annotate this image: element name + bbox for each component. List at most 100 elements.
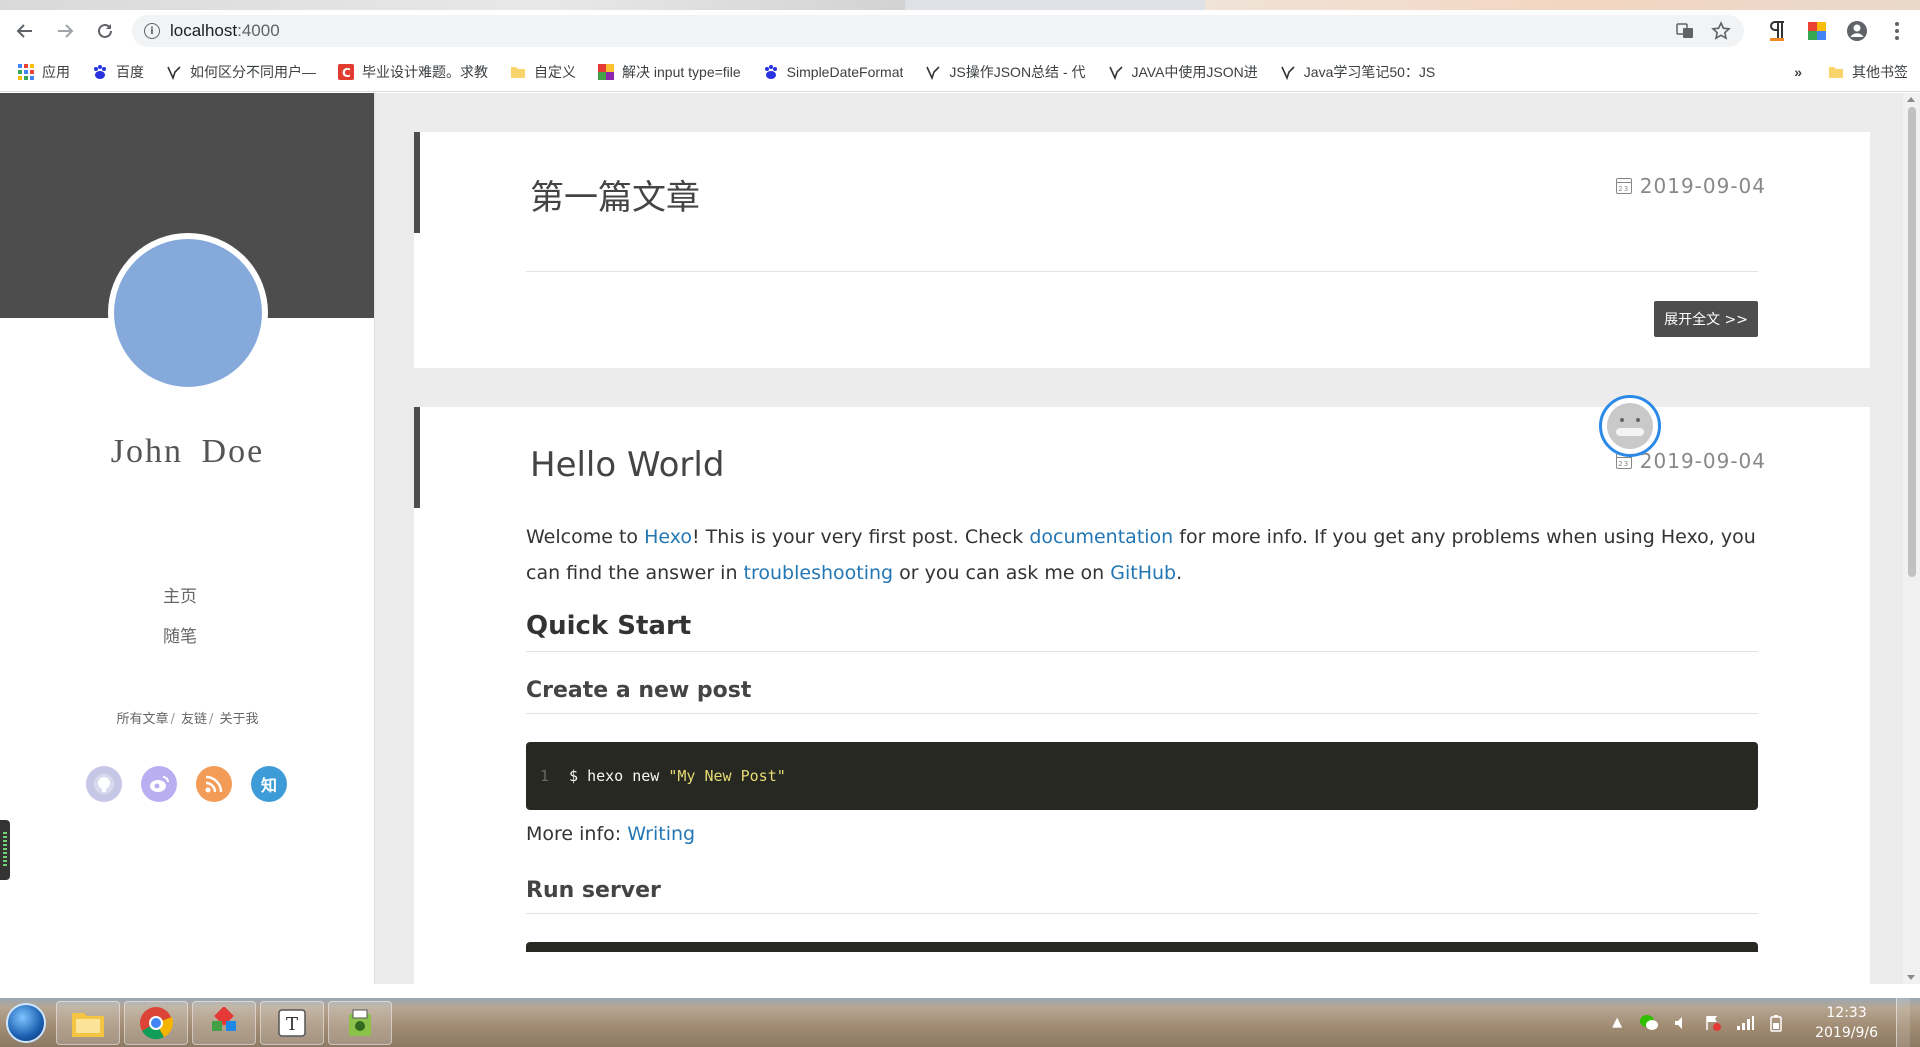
bookmark-item[interactable]: JAVA中使用JSON进 — [1108, 62, 1258, 82]
drag-handle[interactable] — [0, 820, 10, 880]
more-info: More info: Writing — [526, 816, 1758, 852]
colorful-app-icon — [212, 1006, 236, 1031]
bookmark-item[interactable]: Java学习笔记50：JS — [1280, 62, 1435, 82]
taskbar-notepad[interactable] — [328, 1000, 392, 1045]
page-scrollbar[interactable] — [1903, 93, 1920, 984]
bookmark-apps[interactable]: 应用 — [18, 62, 70, 82]
post-date: 23 2019-09-04 — [1615, 174, 1766, 198]
battery-icon[interactable] — [1767, 1013, 1787, 1033]
tab-background[interactable] — [1205, 0, 1920, 10]
link-hexo[interactable]: Hexo — [644, 526, 692, 548]
scrollbar-thumb[interactable] — [1908, 107, 1916, 577]
rss-icon[interactable] — [196, 766, 232, 802]
taskbar-chrome[interactable] — [124, 1000, 188, 1045]
folder-icon — [72, 1012, 104, 1037]
zhihu-icon[interactable]: 知 — [251, 766, 287, 802]
link-github[interactable]: GitHub — [1110, 562, 1176, 584]
mascot-widget[interactable] — [1599, 395, 1661, 457]
show-desktop-button[interactable] — [1896, 998, 1910, 1047]
svg-text:C: C — [342, 66, 351, 80]
site-icon — [166, 64, 182, 80]
os-taskbar: T ▲ 12:33 2019/9/6 — [0, 998, 1920, 1047]
bookmarks-overflow-button[interactable]: » — [1794, 64, 1802, 80]
page: John Doe 主页 随笔 所有文章 / 友链 / 关于我 知 第一篇文章 2… — [0, 93, 1920, 984]
menu-icon[interactable] — [1884, 18, 1910, 44]
reload-button[interactable] — [90, 16, 120, 46]
bookmarks-bar: 应用 百度 如何区分不同用户— C 毕业设计难题。求教 自定义 解决 input… — [0, 52, 1920, 92]
windows-logo-icon — [6, 1002, 46, 1043]
bookmark-item[interactable]: JS操作JSON总结 - 代 — [925, 62, 1086, 82]
heading-quick-start: Quick Start — [526, 611, 1758, 652]
mascot-face-icon — [1607, 403, 1653, 449]
typora-icon: T — [278, 1008, 306, 1037]
back-button[interactable] — [10, 16, 40, 46]
text: or you can ask me on — [893, 562, 1111, 584]
wechat-icon[interactable] — [1639, 1013, 1659, 1033]
address-bar[interactable]: i localhost:4000 — [132, 15, 1744, 47]
url-port: :4000 — [237, 21, 280, 40]
start-button[interactable] — [0, 998, 52, 1047]
scroll-up-arrow-icon[interactable] — [1907, 97, 1915, 102]
bookmark-folder[interactable]: 自定义 — [510, 62, 576, 82]
bookmark-label: 应用 — [42, 63, 70, 80]
star-icon[interactable] — [1710, 20, 1732, 42]
translate-icon[interactable] — [1674, 20, 1696, 42]
link-about[interactable]: 关于我 — [220, 712, 259, 727]
bookmark-baidu[interactable]: 百度 — [92, 62, 144, 82]
nav-item-essays[interactable]: 随笔 — [0, 617, 360, 657]
notepad-icon — [349, 1009, 371, 1036]
forward-button[interactable] — [50, 16, 80, 46]
other-bookmarks[interactable]: 其他书签 — [1828, 62, 1908, 82]
bookmark-csdn[interactable]: C 毕业设计难题。求教 — [338, 62, 488, 82]
link-writing[interactable]: Writing — [627, 823, 695, 845]
link-friends[interactable]: 友链 — [181, 712, 207, 727]
link-documentation[interactable]: documentation — [1029, 526, 1173, 548]
post-date-text: 2019-09-04 — [1639, 449, 1766, 473]
show-hidden-icons-icon[interactable]: ▲ — [1607, 1013, 1627, 1033]
post-card: Hello World 23 2019-09-04 Welcome to Hex… — [414, 395, 1870, 984]
post-title[interactable]: Hello World — [530, 445, 724, 485]
signal-icon[interactable] — [1735, 1013, 1755, 1033]
bookmark-item[interactable]: 如何区分不同用户— — [166, 62, 316, 82]
main-content: 第一篇文章 23 2019-09-04 展开全文 >> Hello World … — [375, 93, 1920, 984]
account-icon[interactable] — [1844, 18, 1870, 44]
code-block[interactable]: 1 $ hexo new "My New Post" — [526, 742, 1758, 810]
text: Welcome to — [526, 526, 645, 548]
more-info-label: More info: — [526, 823, 628, 845]
link-troubleshooting[interactable]: troubleshooting — [744, 562, 894, 584]
arrow-left-icon — [16, 24, 32, 38]
paragraph-extension-icon[interactable] — [1764, 18, 1790, 44]
github-icon[interactable] — [86, 766, 122, 802]
colorful-extension-icon[interactable] — [1804, 18, 1830, 44]
site-icon — [1280, 64, 1296, 80]
weibo-icon[interactable] — [141, 766, 177, 802]
expand-post-button[interactable]: 展开全文 >> — [1654, 301, 1758, 337]
network-flag-icon[interactable] — [1703, 1013, 1723, 1033]
bookmark-label: 如何区分不同用户— — [190, 63, 316, 80]
clock-date: 2019/9/6 — [1815, 1024, 1878, 1041]
link-all-posts[interactable]: 所有文章 — [116, 712, 168, 727]
taskbar-typora[interactable]: T — [260, 1000, 324, 1045]
nav-item-home[interactable]: 主页 — [0, 577, 360, 617]
code-block[interactable] — [526, 942, 1758, 952]
separator: / — [209, 712, 218, 727]
system-clock[interactable]: 12:33 2019/9/6 — [1815, 1003, 1878, 1043]
post-title[interactable]: 第一篇文章 — [530, 170, 700, 219]
author-name: John Doe — [110, 433, 265, 470]
avatar[interactable] — [108, 233, 268, 393]
bookmark-item[interactable]: SimpleDateFormat — [763, 64, 903, 80]
baidu-icon — [92, 64, 108, 80]
volume-icon[interactable] — [1671, 1013, 1691, 1033]
info-icon[interactable]: i — [144, 23, 160, 39]
site-icon — [598, 63, 614, 80]
taskbar-app[interactable] — [192, 1000, 256, 1045]
tab-strip — [0, 0, 1920, 10]
clock-time: 12:33 — [1826, 1004, 1867, 1021]
text: . — [1176, 562, 1183, 584]
bookmark-label: 毕业设计难题。求教 — [362, 63, 488, 80]
bookmark-label: 自定义 — [534, 63, 576, 80]
taskbar-explorer[interactable] — [56, 1000, 120, 1045]
scroll-down-arrow-icon[interactable] — [1907, 975, 1915, 980]
bookmark-item[interactable]: 解决 input type=file — [598, 62, 741, 82]
tab-background[interactable] — [0, 0, 905, 10]
